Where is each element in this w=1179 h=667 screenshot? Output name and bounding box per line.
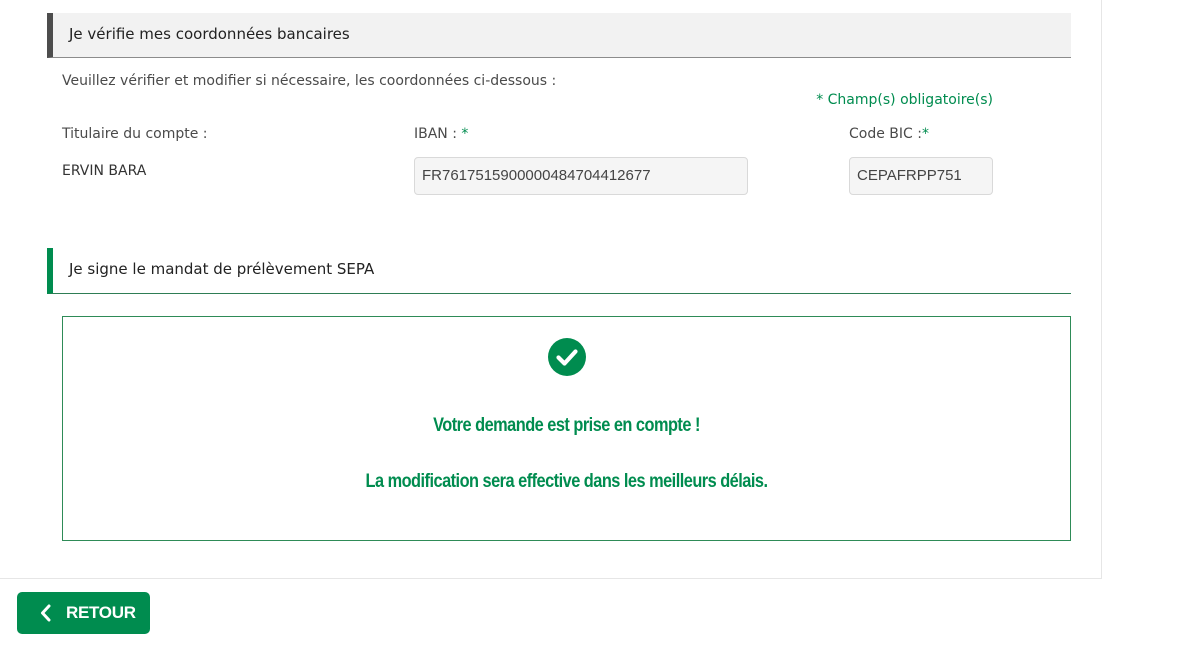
intro-text: Veuillez vérifier et modifier si nécessa… (62, 73, 557, 89)
sepa-section-header: Je signe le mandat de prélèvement SEPA (47, 248, 1071, 294)
bic-label-text: Code BIC : (849, 126, 922, 142)
sepa-section-title: Je signe le mandat de prélèvement SEPA (69, 260, 375, 278)
bank-section-title: Je vérifie mes coordonnées bancaires (69, 25, 350, 43)
iban-required-star: * (461, 126, 469, 142)
holder-value: ERVIN BARA (62, 163, 147, 179)
confirmation-message: Votre demande est prise en compte ! (433, 415, 700, 436)
check-circle-icon (548, 338, 586, 376)
iban-label: IBAN : * (414, 126, 468, 142)
bic-input[interactable]: CEPAFRPP751 (849, 157, 993, 195)
iban-input[interactable]: FR7617515900000484704412677 (414, 157, 748, 195)
iban-label-text: IBAN : (414, 126, 457, 142)
back-button-label: RETOUR (66, 603, 136, 622)
chevron-left-icon (41, 604, 51, 622)
bic-label: Code BIC :* (849, 126, 929, 142)
bank-section-header: Je vérifie mes coordonnées bancaires (47, 13, 1071, 58)
confirmation-detail: La modification sera effective dans les … (365, 471, 768, 492)
holder-label: Titulaire du compte : (62, 126, 208, 142)
form-card: Je vérifie mes coordonnées bancaires Veu… (0, 0, 1102, 579)
bic-required-star: * (921, 126, 929, 142)
back-button[interactable]: RETOUR (17, 592, 150, 634)
confirmation-box: Votre demande est prise en compte ! La m… (62, 316, 1071, 541)
mandatory-note: * Champ(s) obligatoire(s) (816, 92, 993, 108)
